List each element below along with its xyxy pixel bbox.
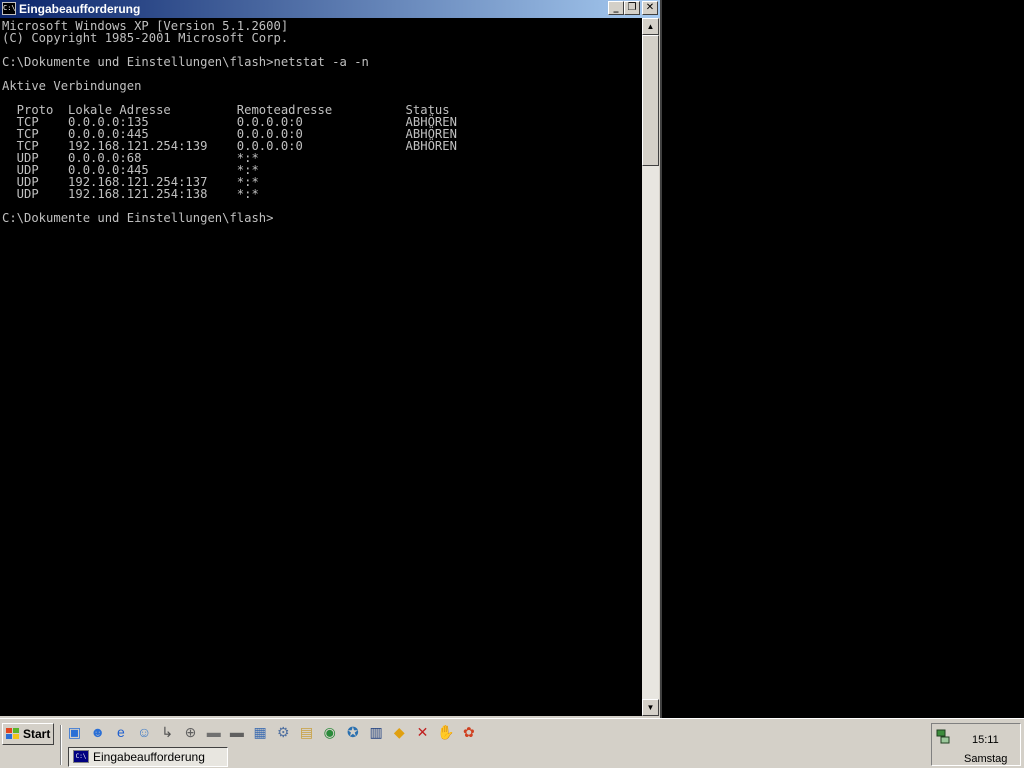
folder-icon[interactable]: ▤ — [298, 724, 315, 741]
tool-icon[interactable]: ✪ — [344, 724, 361, 741]
drive2-icon[interactable]: ▬ — [228, 724, 245, 741]
taskbar-separator — [60, 725, 62, 765]
network-icon[interactable]: ⊕ — [182, 724, 199, 741]
drive-icon[interactable]: ▬ — [205, 724, 222, 741]
maximize-button[interactable]: ❐ — [624, 1, 640, 15]
console-window[interactable]: C:\ Eingabeaufforderung _ ❐ ✕ Microsoft … — [0, 0, 662, 718]
messenger-icon[interactable]: ☻ — [89, 724, 106, 741]
clock-time[interactable]: 15:11 — [972, 734, 999, 746]
start-button[interactable]: Start — [2, 723, 54, 745]
clock-day: Samstag — [964, 753, 1008, 765]
scroll-up-button[interactable]: ▲ — [642, 18, 659, 35]
console-output[interactable]: Microsoft Windows XP [Version 5.1.2600] … — [0, 18, 642, 716]
globe-icon[interactable]: ◉ — [321, 724, 338, 741]
scroll-down-button[interactable]: ▼ — [642, 699, 659, 716]
media-icon[interactable]: ✕ — [414, 724, 431, 741]
scroll-thumb[interactable] — [642, 35, 659, 166]
internet-explorer-icon[interactable]: e — [112, 724, 129, 741]
settings-icon[interactable]: ⚙ — [275, 724, 292, 741]
window-title: Eingabeaufforderung — [19, 2, 141, 16]
task-label: Eingabeaufforderung — [93, 750, 205, 764]
network-connection-icon[interactable] — [936, 729, 950, 745]
console-icon: C:\ — [73, 750, 89, 763]
computer-icon[interactable]: ▦ — [252, 724, 269, 741]
paint-icon[interactable]: ◆ — [391, 724, 408, 741]
taskbar: Start ▣ ☻ e ☺ ↳ ⊕ ▬ ▬ ▦ ⚙ ▤ ◉ ✪ ▥ ◆ ✕ ✋ ✿ C:\ Eingabeauff… — [0, 718, 1024, 768]
show-desktop-icon[interactable]: ▣ — [66, 724, 83, 741]
minimize-button[interactable]: _ — [608, 1, 624, 15]
console-text: Microsoft Windows XP [Version 5.1.2600] … — [2, 19, 457, 225]
system-tray: 15:11 Samstag — [931, 723, 1021, 766]
task-button-console[interactable]: C:\ Eingabeaufforderung — [68, 747, 228, 767]
user-icon[interactable]: ☺ — [136, 724, 153, 741]
start-label: Start — [23, 727, 51, 741]
title-bar[interactable]: C:\ Eingabeaufforderung _ ❐ ✕ — [0, 0, 660, 18]
console-icon[interactable]: C:\ — [2, 2, 16, 15]
screen-icon[interactable]: ▥ — [368, 724, 385, 741]
close-button[interactable]: ✕ — [642, 1, 658, 15]
shortcut-icon[interactable]: ↳ — [159, 724, 176, 741]
vertical-scrollbar[interactable]: ▲ ▼ — [642, 18, 659, 716]
game-icon[interactable]: ✿ — [460, 724, 477, 741]
hand-icon[interactable]: ✋ — [437, 724, 454, 741]
windows-flag-icon — [6, 728, 19, 739]
